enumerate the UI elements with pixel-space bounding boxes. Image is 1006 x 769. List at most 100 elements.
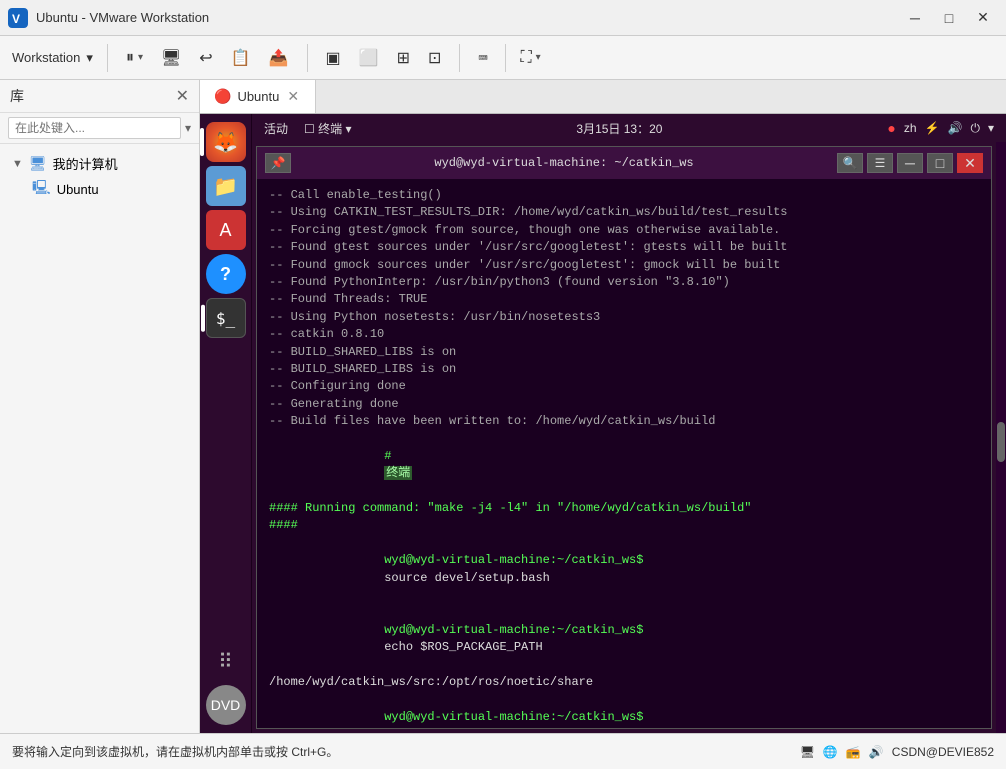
terminal-dock-icon: $_: [216, 309, 235, 328]
terminal-menu-label[interactable]: ☐ 终端 ▾: [304, 120, 351, 137]
activities-label[interactable]: 活动: [264, 120, 288, 137]
dock-appstore[interactable]: A: [206, 210, 246, 250]
term-line-15: # 终端: [269, 430, 979, 500]
appstore-icon: A: [219, 220, 231, 241]
search-box: ▾: [0, 113, 199, 144]
library-title: 库: [10, 86, 24, 106]
ubuntu-vm-label: Ubuntu: [57, 182, 99, 197]
terminal-minimize-button[interactable]: ─: [897, 153, 923, 173]
term-line-2: -- Using CATKIN_TEST_RESULTS_DIR: /home/…: [269, 204, 979, 221]
view1-button[interactable]: ▣: [318, 44, 349, 72]
terminal-button[interactable]: ⌨: [470, 45, 495, 71]
terminal-scrollbar[interactable]: [996, 142, 1006, 733]
dock-terminal[interactable]: $_: [206, 298, 246, 338]
ubuntu-area: 🦊 📁 A ? $_ ⠿: [200, 114, 1006, 733]
dock-apps[interactable]: ⠿: [206, 641, 246, 681]
close-panel-button[interactable]: ✕: [176, 86, 189, 106]
term-line-9: -- catkin 0.8.10: [269, 326, 979, 343]
maximize-button[interactable]: □: [934, 7, 964, 29]
term-line-14: -- Build files have been written to: /ho…: [269, 413, 979, 430]
title-bar: V Ubuntu - VMware Workstation ─ □ ✕: [0, 0, 1006, 36]
dock-help[interactable]: ?: [206, 254, 246, 294]
tab-bar: 🔴 Ubuntu ✕: [200, 80, 1006, 114]
terminal-maximize-button[interactable]: □: [927, 153, 953, 173]
toolbar-group-view: ▣ ⬜ ⊞ ⊡: [314, 44, 454, 72]
snapshot-icon: ↩: [199, 48, 212, 68]
workstation-menu-button[interactable]: Workstation ▾: [4, 46, 101, 70]
term-line-18: wyd@wyd-virtual-machine:~/catkin_ws$ sou…: [269, 535, 979, 605]
ubuntu-topbar-right: ● zh ⚡ 🔊 ⏻ ▾: [887, 120, 994, 136]
status-user-label: CSDN@DEVIE852: [892, 745, 994, 759]
view1-icon: ▣: [326, 48, 341, 68]
vm-settings-button[interactable]: 🖥: [153, 44, 189, 72]
term-line-1: -- Call enable_testing(): [269, 187, 979, 204]
terminal-left-controls: 📌: [265, 153, 291, 173]
close-button[interactable]: ✕: [968, 7, 998, 29]
workstation-label: Workstation: [12, 50, 80, 65]
terminal-close-button[interactable]: ✕: [957, 153, 983, 173]
move-button[interactable]: 📋: [223, 44, 259, 72]
power-icon[interactable]: ⏻: [970, 121, 980, 136]
cmd-18: source devel/setup.bash: [384, 571, 550, 585]
search-input[interactable]: [8, 117, 181, 139]
dock-dvd[interactable]: DVD: [206, 685, 246, 725]
sound-icon[interactable]: 🔊: [948, 121, 963, 135]
search-dropdown-icon[interactable]: ▾: [185, 121, 191, 135]
topbar-arrow-icon[interactable]: ▾: [988, 121, 994, 135]
prompt-18: wyd@wyd-virtual-machine:~/catkin_ws$: [384, 553, 650, 567]
terminal-menu-button[interactable]: ☰: [867, 153, 893, 173]
tab-ubuntu[interactable]: 🔴 Ubuntu ✕: [200, 80, 316, 113]
term-line-6: -- Found PythonInterp: /usr/bin/python3 …: [269, 274, 979, 291]
terminal-body[interactable]: -- Call enable_testing() -- Using CATKIN…: [257, 179, 991, 728]
cmd-21: cd ~/catkin_ws/src: [384, 727, 514, 728]
prompt-19: wyd@wyd-virtual-machine:~/catkin_ws$: [384, 623, 650, 637]
toolbar-separator-2: [307, 44, 308, 72]
network-status-icon: ⚡: [925, 121, 940, 135]
vmware-logo: V: [8, 8, 28, 28]
view2-button[interactable]: ⬜: [351, 44, 387, 72]
firefox-icon: 🦊: [213, 130, 238, 155]
status-hint-text: 要将输入定向到该虚拟机，请在虚拟机内部单击或按 Ctrl+G。: [12, 743, 338, 760]
ubuntu-content: 活动 ☐ 终端 ▾ 3月15日 13：20 ● zh ⚡ 🔊 ⏻ ▾: [252, 114, 1006, 733]
toolbar-group-terminal: ⌨: [466, 45, 499, 71]
term-line-20: /home/wyd/catkin_ws/src:/opt/ros/noetic/…: [269, 674, 979, 691]
tree-item-ubuntu[interactable]: 🖳 Ubuntu: [28, 175, 191, 203]
term-line-16: #### Running command: "make -j4 -l4" in …: [269, 500, 979, 517]
date-time-label: 3月15日 13：20: [576, 122, 662, 136]
ubuntu-topbar-left: 活动 ☐ 终端 ▾: [264, 120, 351, 137]
pause-button[interactable]: ⏸ ▾: [118, 45, 151, 71]
left-panel: 库 ✕ ▾ ▼ 🖥 我的计算机 🖳 Ubuntu: [0, 80, 200, 733]
minimize-button[interactable]: ─: [900, 7, 930, 29]
snapshot-button[interactable]: ↩: [191, 44, 220, 72]
view4-icon: ⊡: [428, 48, 441, 68]
view4-button[interactable]: ⊡: [420, 44, 449, 72]
terminal-icon: ⌨: [478, 49, 487, 67]
dock-files[interactable]: 📁: [206, 166, 246, 206]
term-line-21: wyd@wyd-virtual-machine:~/catkin_ws$ cd …: [269, 691, 979, 728]
term-line-4: -- Found gtest sources under '/usr/src/g…: [269, 239, 979, 256]
status-usb-icon: 📻: [846, 745, 861, 759]
my-computer-label: 我的计算机: [53, 154, 118, 173]
tab-close-icon[interactable]: ✕: [285, 88, 301, 105]
fullscreen-button[interactable]: ⛶ ▾: [512, 45, 548, 71]
tree-item-mycomputer[interactable]: ▼ 🖥 我的计算机: [8, 152, 191, 175]
window-controls: ─ □ ✕: [900, 7, 998, 29]
dvd-icon: DVD: [211, 697, 241, 713]
language-icon[interactable]: zh: [904, 121, 917, 135]
term-line-10: -- BUILD_SHARED_LIBS is on: [269, 344, 979, 361]
status-network-icon: 🌐: [823, 745, 838, 759]
cmd-19: echo $ROS_PACKAGE_PATH: [384, 640, 542, 654]
dock-firefox[interactable]: 🦊: [206, 122, 246, 162]
term-line-12: -- Configuring done: [269, 378, 979, 395]
view2-icon: ⬜: [359, 48, 379, 68]
no-network-icon: ●: [887, 120, 895, 136]
toolbar-separator-1: [107, 44, 108, 72]
terminal-titlebar: 📌 wyd@wyd-virtual-machine: ~/catkin_ws 🔍…: [257, 147, 991, 179]
terminal-search-button[interactable]: 🔍: [837, 153, 863, 173]
terminal-pin-button[interactable]: 📌: [265, 153, 291, 173]
apps-grid-icon: ⠿: [218, 649, 233, 674]
view3-button[interactable]: ⊞: [389, 44, 418, 72]
status-right: 🖥 🌐 📻 🔊 CSDN@DEVIE852: [800, 745, 994, 759]
term-line-11: -- BUILD_SHARED_LIBS is on: [269, 361, 979, 378]
share-button[interactable]: 📤: [261, 44, 297, 72]
